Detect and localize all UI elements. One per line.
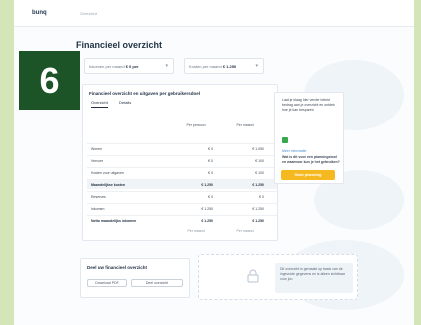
row-label: Kosten voor uitgaven: [91, 171, 124, 175]
tab-details[interactable]: Details: [119, 100, 131, 107]
page-title: Financieel overzicht: [76, 40, 163, 50]
row-value-person: € 0: [208, 159, 213, 163]
costs-select-label: Kosten per maand: [189, 64, 222, 69]
table-row: Kosten voor uitgaven € 0 € 100: [87, 167, 277, 177]
row-label: Maandelijkse kosten: [91, 183, 126, 187]
row-value-person: € 1.250: [201, 207, 213, 211]
share-card-title: Deel uw financieel overzicht: [87, 265, 148, 270]
row-value-month: € 1.250: [252, 219, 264, 223]
row-label: Inkomen: [91, 207, 105, 211]
row-value-month: € 1.250: [252, 183, 264, 187]
income-select-label: Inkomen per maand: [89, 64, 125, 69]
table-row: Netto maandelijks inkomen € 1.250 € 1.250: [87, 215, 277, 225]
row-value-month: € 0: [259, 195, 264, 199]
table-row: Inkomen € 1.250 € 1.250: [87, 203, 277, 213]
tab-overview[interactable]: Overzicht: [91, 100, 108, 108]
table-row: Wonen € 0 € 1.050: [87, 143, 277, 153]
row-value-person: € 1.250: [201, 219, 213, 223]
row-label: Vervoer: [91, 159, 104, 163]
costs-select-value: € 1.250: [222, 64, 237, 69]
row-value-month: € 1.050: [252, 147, 264, 151]
column-footer: Per maand: [187, 229, 205, 233]
share-overview-button[interactable]: Deel overzicht: [131, 279, 183, 287]
overview-card-title: Financieel overzicht en uitgaven per geb…: [89, 91, 201, 96]
row-label: Reserves: [91, 195, 106, 199]
nav-item-overview[interactable]: Overzicht: [80, 11, 97, 16]
chevron-down-icon: ▾: [165, 63, 168, 69]
row-label: Netto maandelijks inkomen: [91, 219, 137, 223]
locked-section: Dit overzicht is gemaakt op basis van de…: [198, 254, 358, 300]
table-row: Maandelijkse kosten € 1.250 € 1.250: [87, 179, 277, 189]
app-logo[interactable]: bunq: [32, 10, 47, 16]
column-footer: Per maand: [236, 229, 254, 233]
side-card-question: Wat is dit voor een planningstool en waa…: [282, 155, 340, 164]
lock-icon: [247, 269, 259, 283]
more-info-link[interactable]: Meer informatie: [282, 149, 306, 153]
costs-select[interactable]: Kosten per maand € 1.250 ▾: [184, 58, 264, 74]
row-value-person: € 0: [208, 195, 213, 199]
top-navigation: bunq Overzicht: [14, 0, 414, 27]
income-select[interactable]: Inkomen per maand € 0 per ▾: [84, 58, 174, 74]
column-header: Per maand: [236, 123, 254, 127]
row-value-person: € 0: [208, 147, 213, 151]
download-pdf-button[interactable]: Download PDF: [87, 279, 127, 287]
table-row: Vervoer € 0 € 100: [87, 155, 277, 165]
row-value-month: € 1.250: [252, 207, 264, 211]
table-row: Reserves € 0 € 0: [87, 191, 277, 201]
info-message: Dit overzicht is gemaakt op basis van de…: [275, 263, 353, 293]
step-number-badge: 6: [19, 51, 80, 110]
income-select-value: € 0 per: [125, 64, 139, 69]
chevron-down-icon: ▾: [255, 63, 258, 69]
column-header: Per persoon: [186, 123, 206, 127]
start-planning-button[interactable]: Start planning: [281, 170, 335, 180]
row-label: Wonen: [91, 147, 103, 151]
row-value-person: € 1.250: [201, 183, 213, 187]
side-card-description: Laat je klaag hier verder beleid bedrag …: [282, 98, 335, 112]
toggle-switch[interactable]: [282, 137, 288, 143]
overview-card: Financieel overzicht en uitgaven per geb…: [82, 84, 278, 241]
share-card: Deel uw financieel overzicht Download PD…: [80, 258, 190, 298]
row-value-month: € 100: [255, 171, 264, 175]
row-value-person: € 0: [208, 171, 213, 175]
row-value-month: € 100: [255, 159, 264, 163]
